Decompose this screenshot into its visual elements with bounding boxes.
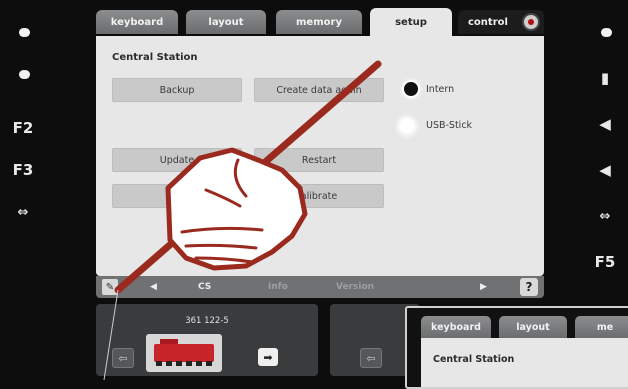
backup-button[interactable]: Backup (112, 78, 242, 102)
tab-layout[interactable]: layout (186, 10, 266, 34)
tab-keyboard[interactable]: keyboard (96, 10, 178, 34)
light-icon (600, 27, 610, 37)
function-f5-button[interactable]: F5 (582, 242, 628, 282)
left-function-column: F2 F3 ⇔ (0, 0, 46, 300)
tab-setup-label: setup (395, 16, 427, 28)
intern-radio[interactable] (404, 82, 418, 96)
locomotive-image[interactable] (146, 334, 222, 372)
wrench-icon[interactable]: ✎ (102, 279, 118, 295)
locomotive-wheels (156, 361, 212, 366)
function-horn-button[interactable]: ▮ (582, 58, 628, 98)
arrow-right-icon: ➡ (263, 350, 273, 364)
speaker-icon: ◀ (599, 161, 611, 179)
usb-stick-radio[interactable] (400, 119, 414, 133)
mini-panel: Central Station (421, 338, 628, 387)
update-button[interactable]: Update (112, 148, 242, 172)
function-f3-label: F3 (12, 161, 34, 179)
function-sound-button-1[interactable]: ◀ (582, 104, 628, 144)
mini-tab-keyboard[interactable]: keyboard (421, 316, 491, 338)
tab-memory[interactable]: memory (276, 10, 362, 34)
control-knob-icon (522, 13, 540, 31)
arrow-left-icon: ⇦ (118, 351, 128, 365)
main-tabs: keyboard layout memory setup control (96, 8, 544, 36)
usb-stick-radio-label: USB-Stick (426, 120, 473, 131)
calibrate-button[interactable]: alibrate (254, 184, 384, 208)
light-icon (18, 27, 28, 37)
locomotive-number: 361 122-5 (185, 316, 229, 326)
scroll-left-arrow[interactable]: ◀ (150, 276, 157, 298)
function-f2-label: F2 (12, 119, 34, 137)
function-f2-button[interactable]: F2 (0, 108, 46, 148)
mini-panel-title: Central Station (433, 354, 515, 365)
horn-icon: ▮ (600, 69, 610, 87)
tab-control[interactable]: control (458, 10, 544, 34)
locomotive-body (154, 344, 214, 362)
mini-tab-memory[interactable]: me (575, 316, 628, 338)
speaker-icon: ◀ (599, 115, 611, 133)
arrow-left-icon: ⇦ (366, 351, 376, 365)
direction-right-button[interactable]: ➡ (258, 348, 278, 366)
cs-tab[interactable]: CS (198, 276, 211, 298)
function-light-button-2[interactable] (0, 54, 46, 94)
function-car-button[interactable]: ⇔ (0, 192, 46, 232)
version-tab[interactable]: Version (336, 276, 374, 298)
tab-layout-label: layout (208, 16, 244, 28)
function-sound-button-2[interactable]: ◀ (582, 150, 628, 190)
function-f3-button[interactable]: F3 (0, 150, 46, 190)
function-car-button-right[interactable]: ⇔ (582, 196, 628, 236)
tab-control-label: control (468, 16, 508, 28)
direction-left-button[interactable]: ⇦ (112, 348, 134, 368)
scroll-right-arrow[interactable]: ▶ (480, 276, 487, 298)
help-button[interactable]: ? (520, 278, 538, 296)
secondary-screen-preview: keyboard layout me Central Station (405, 306, 628, 389)
setup-panel: Central Station Backup Create data again… (96, 36, 544, 276)
intern-radio-label: Intern (426, 84, 455, 95)
info-tab[interactable]: Info (268, 276, 288, 298)
function-light-button-1[interactable] (0, 12, 46, 52)
tab-keyboard-label: keyboard (110, 16, 164, 28)
light-icon (18, 69, 28, 79)
function-f5-label: F5 (594, 253, 616, 271)
info-bar: ✎ ◀ CS Info Version ▶ ? (96, 276, 544, 298)
car-icon: ⇔ (599, 208, 611, 224)
direction-left-button-2[interactable]: ⇦ (360, 348, 382, 368)
mini-tab-layout[interactable]: layout (499, 316, 567, 338)
function-light-button-right[interactable] (582, 12, 628, 52)
locomotive-card[interactable]: 361 122-5 ⇦ ➡ (96, 304, 318, 376)
car-icon: ⇔ (17, 204, 29, 220)
s-button[interactable]: S (112, 184, 242, 208)
panel-title: Central Station (112, 52, 198, 63)
create-data-again-button[interactable]: Create data again (254, 78, 384, 102)
restart-button[interactable]: Restart (254, 148, 384, 172)
tab-memory-label: memory (296, 16, 342, 28)
tab-setup[interactable]: setup (370, 8, 452, 36)
right-function-column: ▮ ◀ ◀ ⇔ F5 (582, 0, 628, 300)
